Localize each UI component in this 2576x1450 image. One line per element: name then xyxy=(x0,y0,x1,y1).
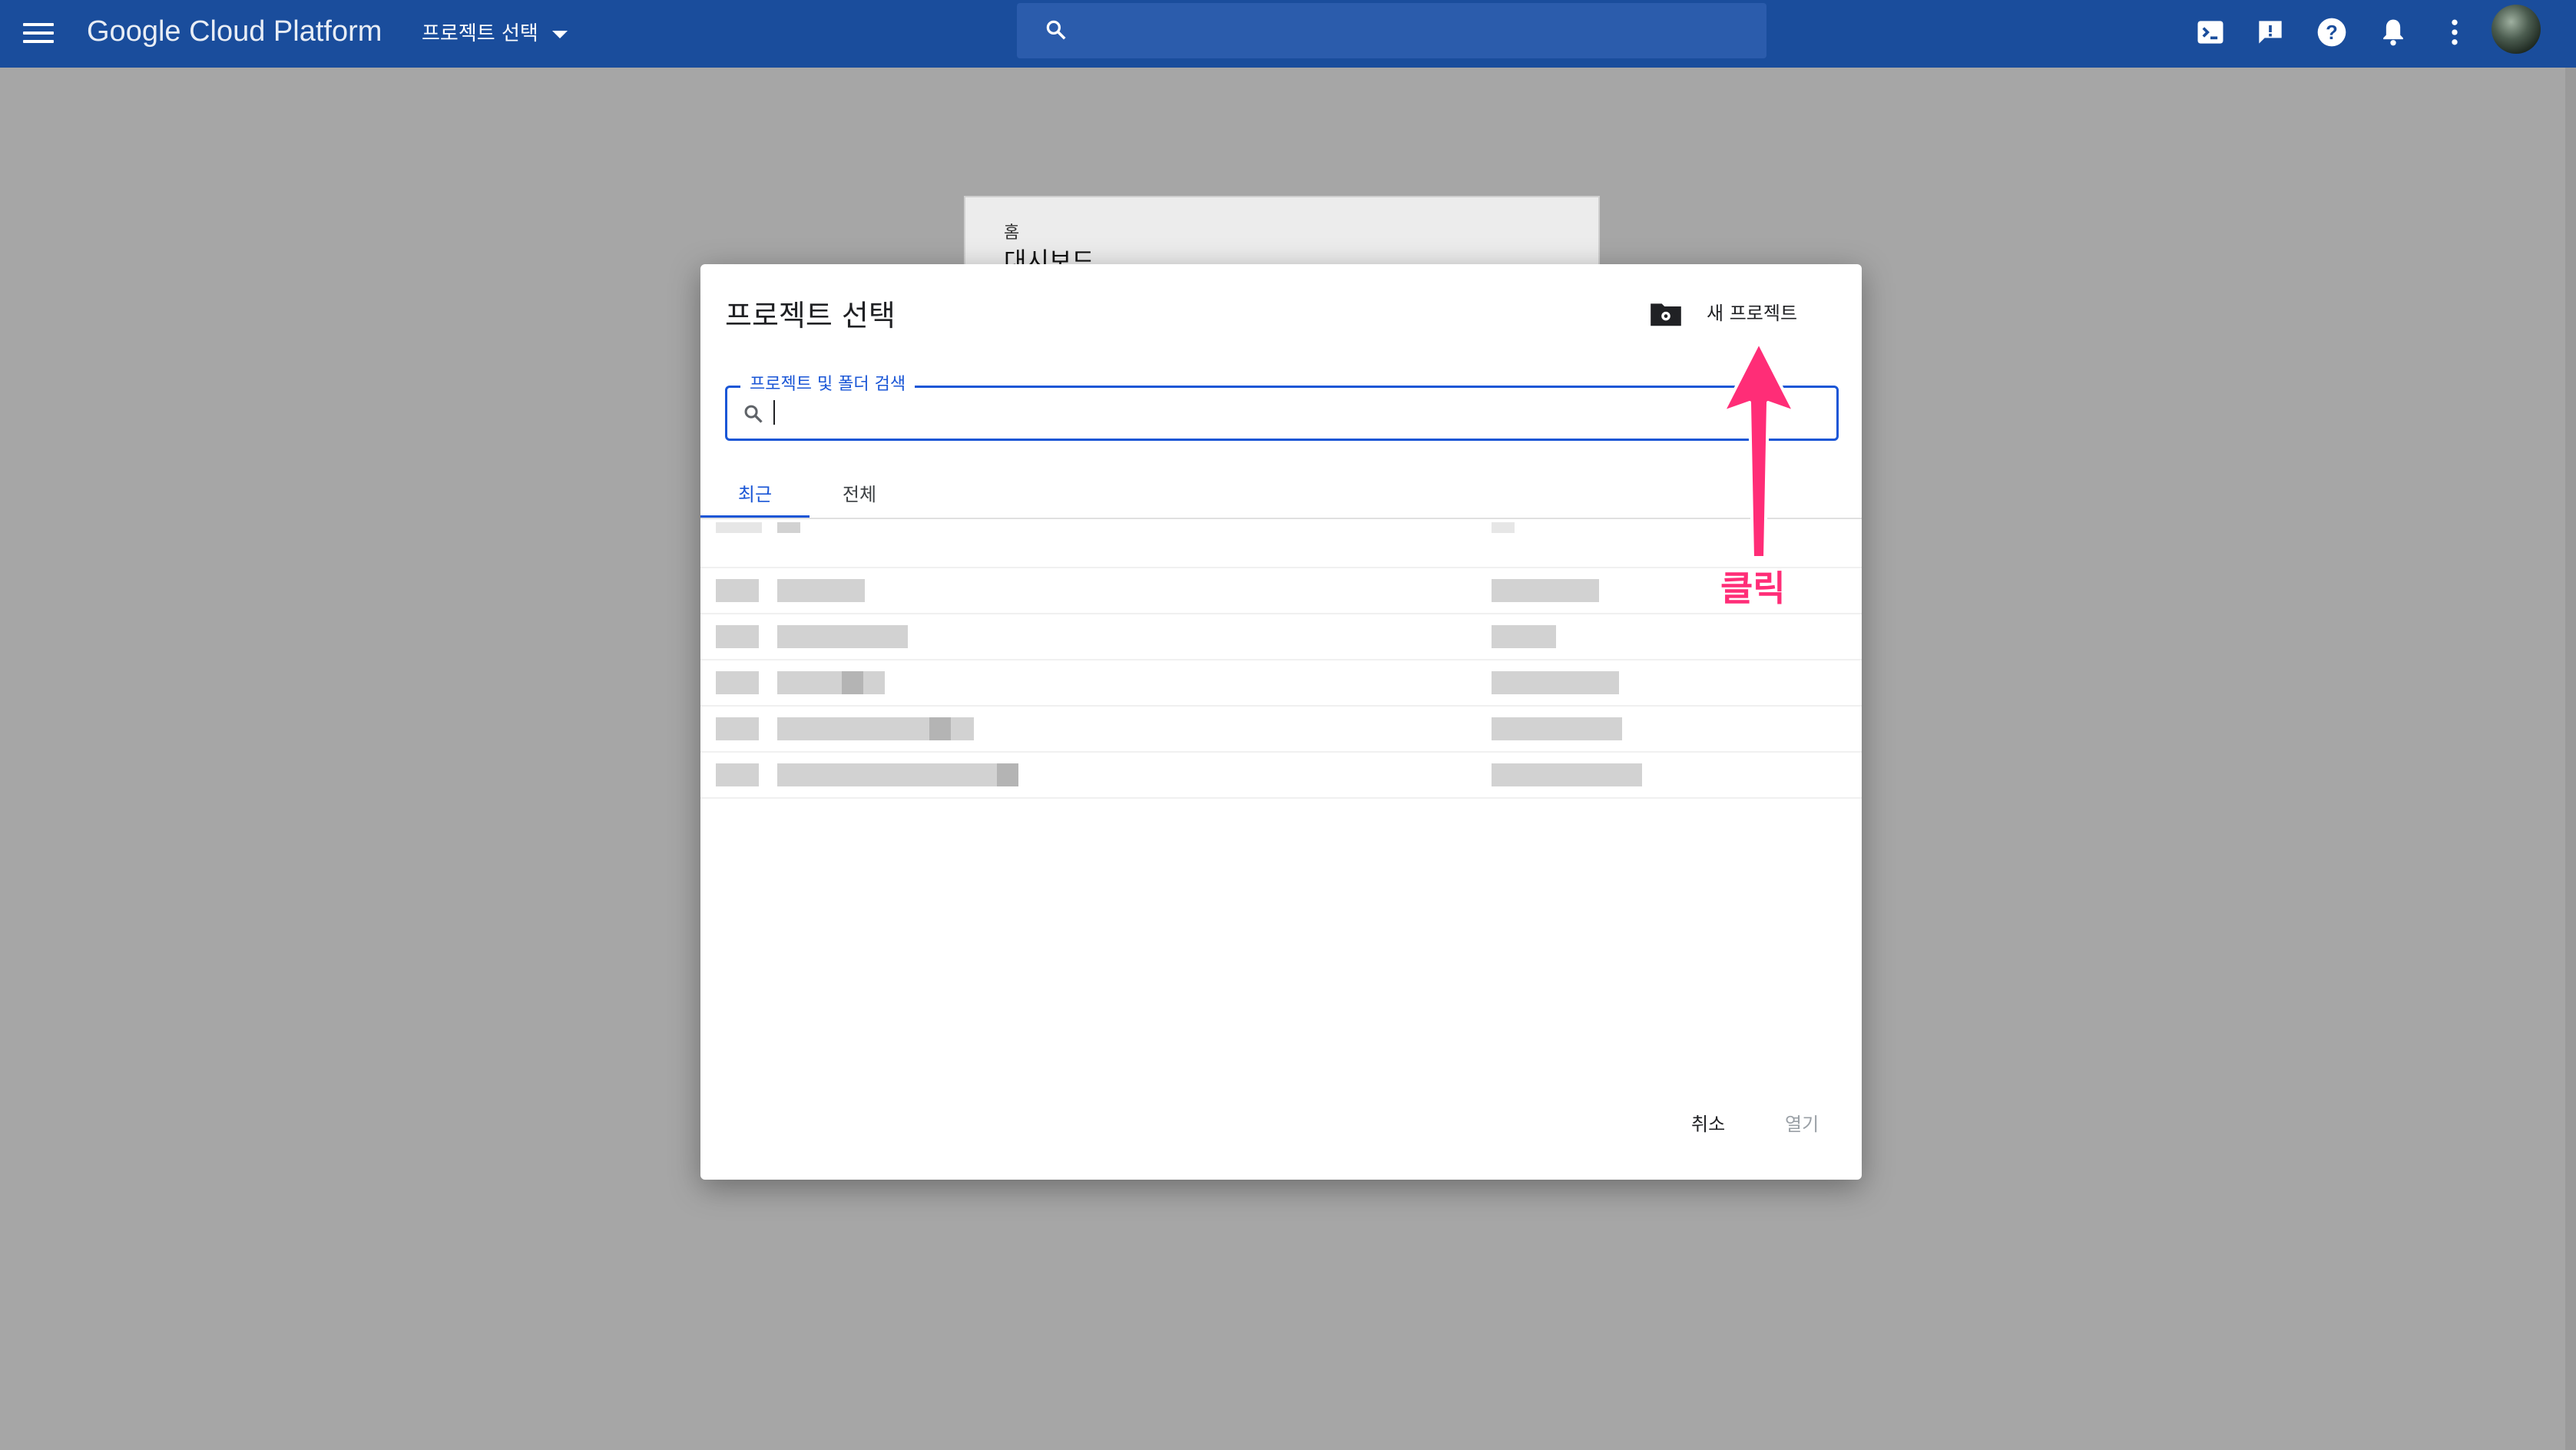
table-row[interactable] xyxy=(700,568,1862,614)
table-row[interactable] xyxy=(700,660,1862,707)
tab-recent[interactable]: 최근 xyxy=(700,472,810,519)
account-avatar[interactable] xyxy=(2492,5,2541,54)
text-cursor xyxy=(773,400,775,425)
table-row[interactable] xyxy=(700,753,1862,799)
dialog-title: 프로젝트 선택 xyxy=(725,299,896,333)
table-row[interactable] xyxy=(700,707,1862,753)
new-project-button[interactable]: 새 프로젝트 xyxy=(1707,296,1797,330)
project-list xyxy=(700,522,1862,799)
search-icon xyxy=(1046,20,1066,40)
help-icon[interactable]: ? xyxy=(2315,15,2349,49)
page-scrollbar[interactable] xyxy=(2565,68,2576,1450)
more-vert-icon[interactable] xyxy=(2438,15,2472,49)
project-selector[interactable]: 프로젝트 선택 xyxy=(422,17,568,51)
project-selector-label: 프로젝트 선택 xyxy=(422,22,538,45)
search-input-label: 프로젝트 및 폴더 검색 xyxy=(740,370,916,395)
select-project-dialog: 프로젝트 선택 새 프로젝트 프로젝트 및 폴더 검색 최근 전체 취소 열기 xyxy=(700,264,1862,1180)
tabs-divider xyxy=(700,518,1862,519)
brand-title[interactable]: Google Cloud Platform xyxy=(87,13,382,50)
menu-icon[interactable] xyxy=(23,20,54,48)
svg-text:?: ? xyxy=(2326,22,2338,44)
tab-all[interactable]: 전체 xyxy=(810,472,909,518)
breadcrumb: 홈 xyxy=(1004,223,1020,243)
new-folder-icon[interactable] xyxy=(1649,300,1683,327)
annotation-arrow-icon xyxy=(1722,341,1796,559)
feedback-icon[interactable] xyxy=(2253,15,2287,49)
top-app-bar: Google Cloud Platform 프로젝트 선택 ? xyxy=(0,0,2576,68)
open-button[interactable]: 열기 xyxy=(1785,1109,1819,1136)
search-icon xyxy=(744,405,763,423)
top-search-bar[interactable] xyxy=(1017,3,1766,58)
annotation-label: 클릭 xyxy=(1720,568,1786,609)
notifications-icon[interactable] xyxy=(2376,15,2410,49)
cloud-shell-icon[interactable] xyxy=(2194,15,2227,49)
caret-down-icon xyxy=(551,30,568,38)
cancel-button[interactable]: 취소 xyxy=(1691,1109,1725,1136)
table-row[interactable] xyxy=(700,614,1862,660)
table-row[interactable] xyxy=(700,522,1862,568)
